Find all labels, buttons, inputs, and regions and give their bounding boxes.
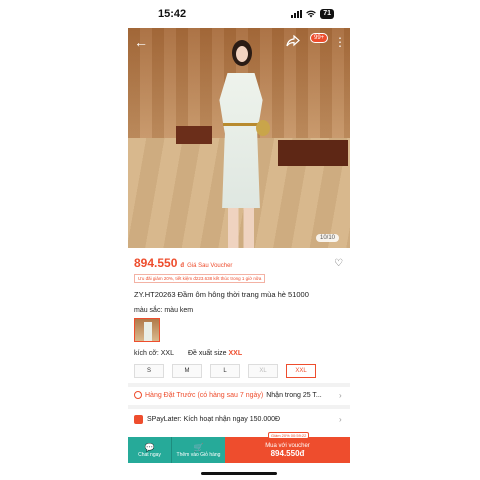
- chat-icon: 💬: [144, 442, 155, 452]
- product-image[interactable]: [128, 28, 350, 248]
- cart-icon: 🛒: [193, 442, 204, 452]
- receive-text: Nhận trong 25 T...: [266, 391, 322, 399]
- chat-label: Chat ngay: [138, 451, 161, 458]
- spaylater-icon: [134, 415, 143, 424]
- discount-timer-badge: Giảm 20% 00:59:22: [268, 432, 310, 439]
- price-row: 894.550 đ Giá Sau Voucher: [134, 256, 232, 270]
- home-indicator: [201, 472, 277, 475]
- status-time: 15:42: [158, 8, 187, 20]
- color-label: màu sắc: màu kem: [134, 307, 194, 314]
- size-option-disabled: XL: [248, 364, 278, 378]
- more-options-icon[interactable]: ⋮: [334, 35, 346, 49]
- price-unit: đ: [180, 263, 185, 269]
- spaylater-text: SPayLater: Kích hoạt nhận ngay 150.000Đ: [147, 416, 281, 423]
- size-option-selected[interactable]: XXL: [286, 364, 316, 378]
- color-swatch[interactable]: [134, 318, 160, 342]
- signal-icon: [291, 10, 303, 18]
- size-option[interactable]: L: [210, 364, 240, 378]
- heart-icon[interactable]: ♡: [334, 258, 343, 269]
- divider: [128, 383, 350, 387]
- phone-screen: 15:42 71 ← 99+ ⋮ 10/10 894.550 đ Giá Sau…: [128, 0, 350, 480]
- add-to-cart-label: Thêm vào Giỏ hàng: [176, 451, 221, 458]
- promo-banner: Ưu đãi giảm 20%, tiết kiệm đ223.638 kết …: [134, 274, 266, 283]
- buy-price: 894.550đ: [270, 448, 305, 458]
- back-arrow-icon[interactable]: ←: [134, 35, 148, 49]
- preorder-text: Hàng Đặt Trước (có hàng sau 7 ngày): [145, 391, 264, 399]
- size-row: kích cỡ: XXL Đề xuất size XXL: [134, 350, 242, 357]
- divider: [128, 405, 350, 409]
- chat-button[interactable]: 💬 Chat ngay: [128, 437, 171, 463]
- image-counter: 10/10: [316, 234, 340, 242]
- cart-badge[interactable]: 99+: [310, 33, 329, 43]
- bottom-action-bar: 💬 Chat ngay 🛒 Thêm vào Giỏ hàng Mua với …: [128, 437, 350, 463]
- clock-icon: [134, 391, 142, 399]
- product-price: 894.550: [134, 256, 178, 270]
- chevron-right-icon: ›: [339, 415, 342, 424]
- spaylater-row[interactable]: SPayLater: Kích hoạt nhận ngay 150.000Đ: [134, 415, 280, 424]
- size-options: S M L XL XXL: [134, 364, 316, 378]
- wifi-icon: [306, 10, 317, 18]
- price-note: Giá Sau Voucher: [187, 263, 233, 269]
- chevron-right-icon: ›: [339, 391, 342, 400]
- battery-icon: 71: [320, 9, 334, 19]
- share-icon[interactable]: [286, 35, 300, 47]
- status-bar: 15:42 71: [128, 0, 350, 28]
- size-option[interactable]: M: [172, 364, 202, 378]
- product-title: ZY.HT20263 Đầm ôm hông thời trang mùa hè…: [134, 290, 309, 299]
- add-to-cart-button[interactable]: 🛒 Thêm vào Giỏ hàng: [171, 437, 225, 463]
- size-option[interactable]: S: [134, 364, 164, 378]
- size-suggestion[interactable]: Đề xuất size XXL: [188, 350, 242, 357]
- status-icons: 71: [291, 9, 334, 19]
- buy-with-voucher-button[interactable]: Mua với voucher 894.550đ: [225, 437, 350, 463]
- shipping-row[interactable]: Hàng Đặt Trước (có hàng sau 7 ngày) Nhận…: [134, 391, 322, 399]
- size-label: kích cỡ: XXL: [134, 350, 174, 357]
